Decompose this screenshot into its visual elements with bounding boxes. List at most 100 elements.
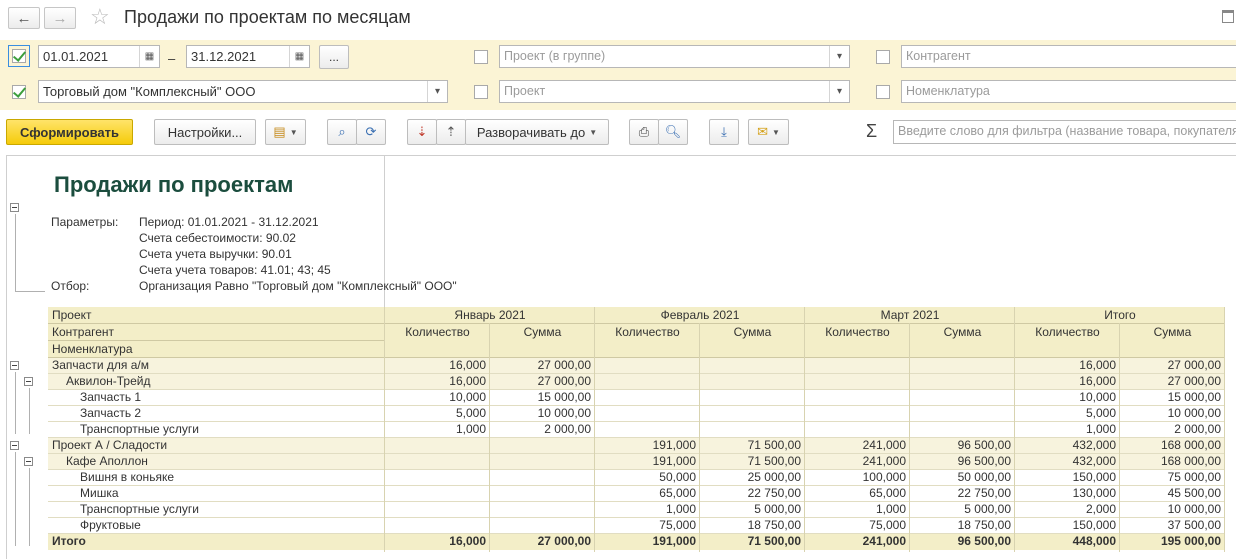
- collapse-header-icon[interactable]: [10, 203, 19, 212]
- collapse-group-icon[interactable]: [10, 361, 19, 370]
- row-value: 10,000: [1079, 390, 1116, 404]
- row-label: Проект А / Сладости: [52, 438, 168, 452]
- row-value: 27 000,00: [537, 374, 591, 388]
- date-separator: –: [168, 51, 176, 66]
- project-group-placeholder: Проект (в группе): [504, 49, 606, 63]
- project-group-field[interactable]: Проект (в группе) ▾: [499, 45, 850, 68]
- sort-desc-icon: ⇣: [416, 124, 428, 139]
- print-preview-icon: 🔍︎: [664, 124, 682, 139]
- row-value: 5 000,00: [754, 502, 801, 516]
- settings-button[interactable]: Настройки...: [154, 119, 256, 145]
- filter-label: Отбор:: [51, 279, 90, 293]
- row-value: 10 000,00: [537, 406, 591, 420]
- row-value: 27 000,00: [1167, 358, 1221, 372]
- project-group-checkbox[interactable]: [474, 50, 488, 64]
- project-field[interactable]: Проект ▾: [499, 80, 850, 103]
- nomenclature-placeholder: Номенклатура: [906, 84, 990, 98]
- row-value: 5,000: [455, 406, 486, 420]
- variants-button[interactable]: ▤ ▼: [265, 119, 306, 145]
- date-to-field[interactable]: 31.12.2021 ▦: [186, 45, 310, 68]
- calendar-icon[interactable]: ▦: [289, 46, 309, 67]
- row-value: 5 000,00: [964, 502, 1011, 516]
- total-value: 448,000: [1072, 534, 1116, 548]
- search-advanced-button[interactable]: ⟳: [356, 119, 386, 145]
- row-value: 15 000,00: [537, 390, 591, 404]
- row-value: 16,000: [1079, 374, 1116, 388]
- organization-field[interactable]: Торговый дом "Комплексный" ООО ▾: [38, 80, 448, 103]
- row-value: 432,000: [1072, 454, 1116, 468]
- contractor-field[interactable]: Контрагент: [901, 45, 1236, 68]
- sort-desc-button[interactable]: ⇣: [407, 119, 437, 145]
- dropdown-icon[interactable]: ▾: [829, 81, 849, 102]
- filter-value: Организация Равно "Торговый дом "Комплек…: [139, 279, 457, 293]
- date-from-field[interactable]: 01.01.2021 ▦: [38, 45, 160, 68]
- row-value: 432,000: [1072, 438, 1116, 452]
- menu-icon[interactable]: [1222, 10, 1234, 23]
- row-value: 18 750,00: [747, 518, 801, 532]
- row-value: 37 500,00: [1167, 518, 1221, 532]
- row-value: 27 000,00: [537, 358, 591, 372]
- sort-asc-button[interactable]: ⇡: [436, 119, 466, 145]
- period-checkbox[interactable]: [12, 49, 26, 63]
- row-label: Запчасть 1: [80, 390, 142, 404]
- grid-line: [1224, 307, 1225, 552]
- param-line: Счета учета товаров: 41.01; 43; 45: [139, 263, 331, 277]
- collapse-subgroup-icon[interactable]: [24, 457, 33, 466]
- row-value: 168 000,00: [1160, 438, 1221, 452]
- back-button[interactable]: ←: [8, 7, 40, 29]
- caret-down-icon: ▼: [289, 127, 298, 137]
- grid-line: [804, 307, 805, 552]
- caret-down-icon: ▼: [589, 127, 598, 137]
- row-value: 2 000,00: [544, 422, 591, 436]
- total-value: 241,000: [862, 534, 906, 548]
- forward-button[interactable]: →: [44, 7, 76, 29]
- row-label: Транспортные услуги: [80, 422, 199, 436]
- date-from-value: 01.01.2021: [43, 49, 109, 64]
- print-button[interactable]: ⎙: [629, 119, 659, 145]
- period-select-button[interactable]: ...: [319, 45, 349, 69]
- header-month: Февраль 2021: [660, 308, 740, 322]
- row-label: Мишка: [80, 486, 119, 500]
- collapse-subgroup-icon[interactable]: [24, 377, 33, 386]
- window-title: Продажи по проектам по месяцам: [124, 7, 411, 27]
- header-sum: Сумма: [1153, 325, 1192, 339]
- filter-search-input[interactable]: Введите слово для фильтра (название това…: [893, 120, 1236, 144]
- sigma-icon[interactable]: Σ: [866, 121, 877, 142]
- save-button[interactable]: ⤓: [709, 119, 739, 145]
- collapse-group-icon[interactable]: [10, 441, 19, 450]
- project-checkbox[interactable]: [474, 85, 488, 99]
- send-email-button[interactable]: ✉ ▼: [748, 119, 789, 145]
- envelope-icon: ✉: [757, 124, 768, 139]
- nomenclature-checkbox[interactable]: [876, 85, 890, 99]
- row-value: 100,000: [862, 470, 906, 484]
- header-sum: Сумма: [523, 325, 562, 339]
- param-line: Счета учета выручки: 90.01: [139, 247, 292, 261]
- organization-checkbox[interactable]: [12, 85, 26, 99]
- row-value: 16,000: [1079, 358, 1116, 372]
- project-placeholder: Проект: [504, 84, 546, 98]
- grid-line: [1014, 307, 1015, 552]
- search-button[interactable]: ⌕: [327, 119, 357, 145]
- row-value: 150,000: [1072, 470, 1116, 484]
- row-value: 50 000,00: [957, 470, 1011, 484]
- total-label: Итого: [52, 534, 86, 548]
- header-sum: Сумма: [733, 325, 772, 339]
- expand-to-button[interactable]: Разворачивать до ▼: [465, 119, 609, 145]
- generate-button[interactable]: Сформировать: [6, 119, 133, 145]
- total-value: 191,000: [652, 534, 696, 548]
- row-label: Фруктовые: [80, 518, 141, 532]
- row-value: 2,000: [1085, 502, 1116, 516]
- row-value: 1,000: [1085, 422, 1116, 436]
- dropdown-icon[interactable]: ▾: [427, 81, 447, 102]
- contractor-checkbox[interactable]: [876, 50, 890, 64]
- total-value: 16,000: [449, 534, 486, 548]
- calendar-icon[interactable]: ▦: [139, 46, 159, 67]
- total-value: 195 000,00: [1160, 534, 1221, 548]
- grid-line: [909, 323, 910, 552]
- nomenclature-field[interactable]: Номенклатура: [901, 80, 1236, 103]
- dropdown-icon[interactable]: ▾: [829, 46, 849, 67]
- print-preview-button[interactable]: 🔍︎: [658, 119, 688, 145]
- favorite-star-icon[interactable]: ☆: [90, 4, 110, 30]
- sort-asc-icon: ⇡: [445, 124, 457, 139]
- row-value: 150,000: [1072, 518, 1116, 532]
